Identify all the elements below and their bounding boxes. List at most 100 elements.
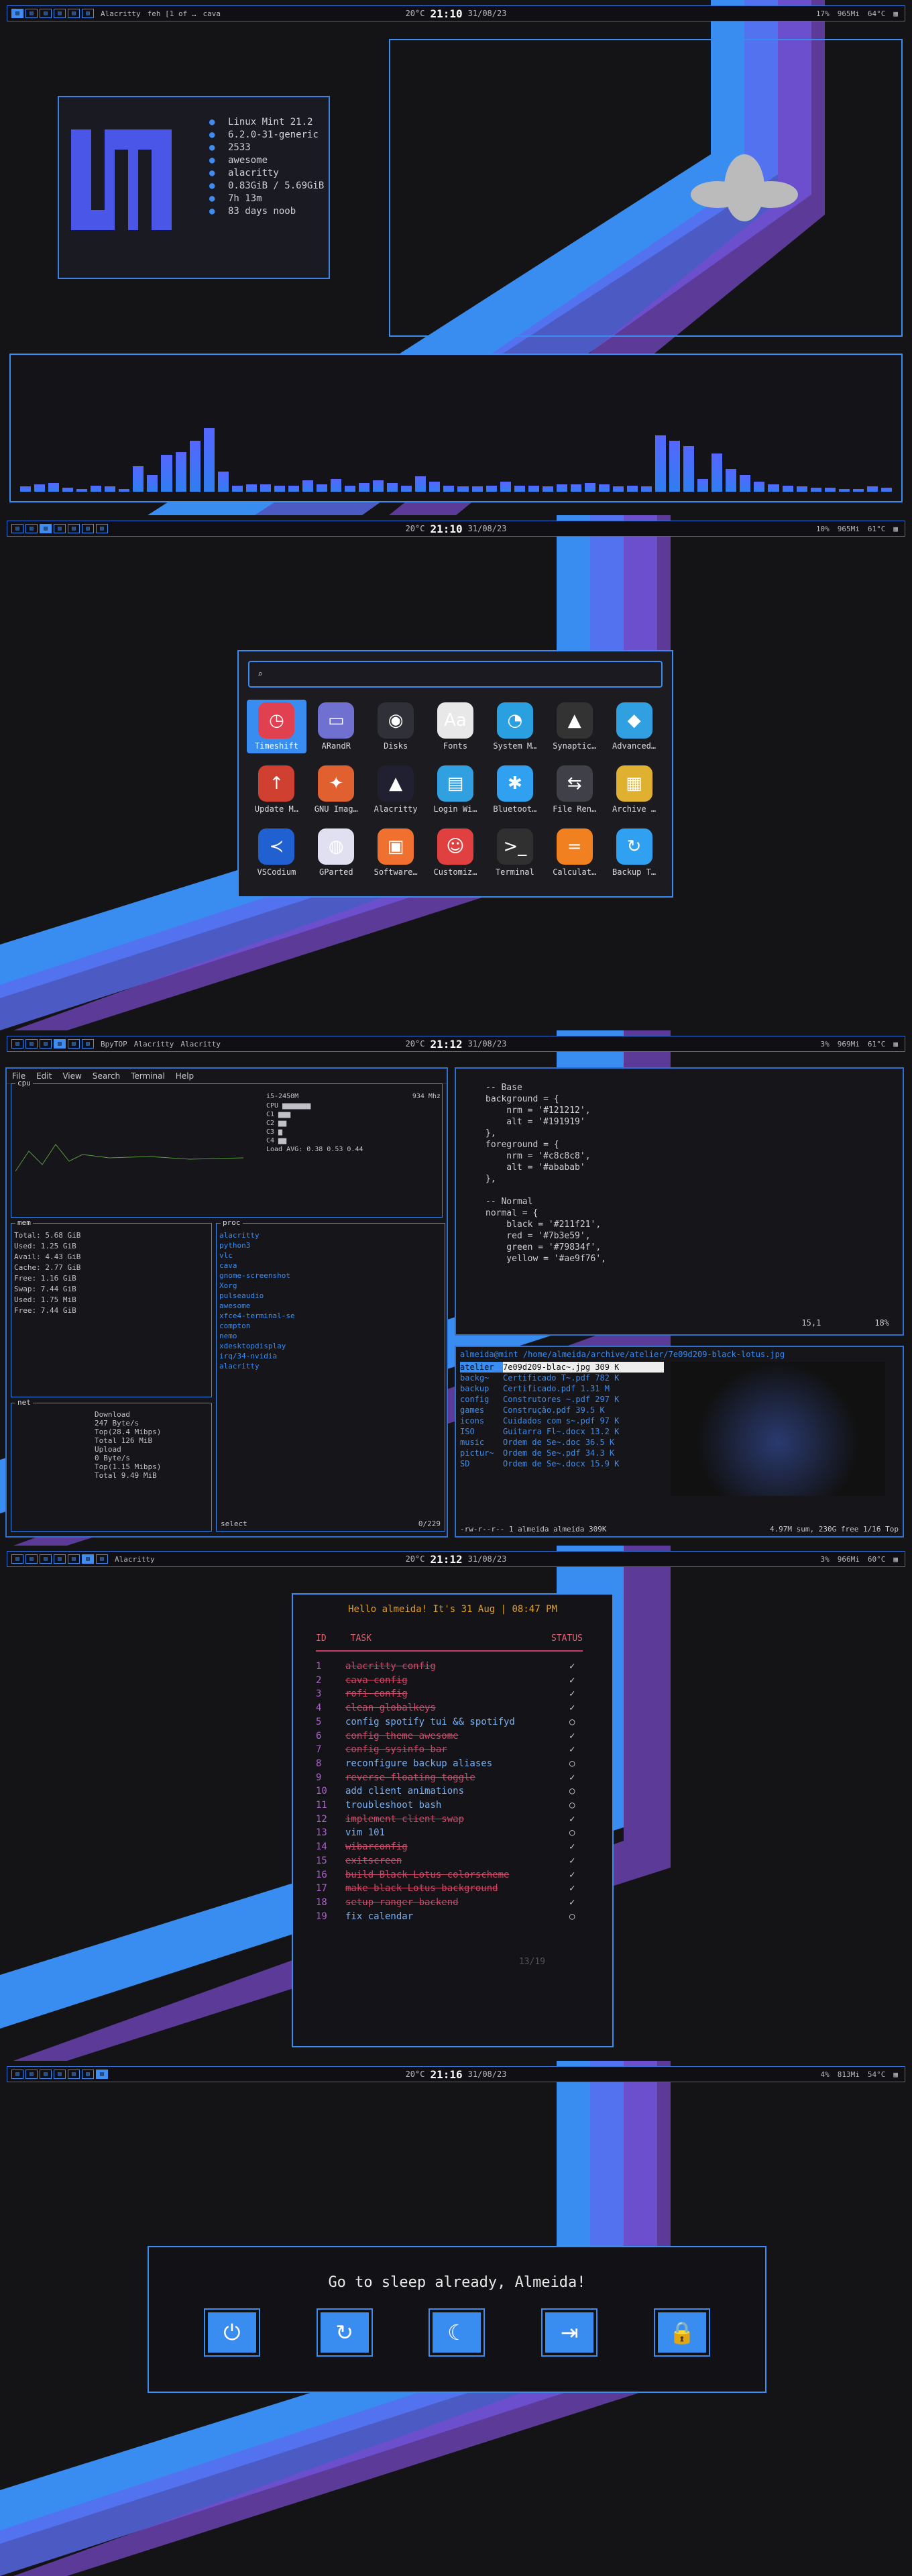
app-item[interactable]: ▭ ARandR [306,700,366,753]
proc-row[interactable]: xdesktopdisplay [219,1341,442,1351]
proc-row[interactable]: nemo [219,1331,442,1341]
task-row[interactable]: 2 cava config ✓ [316,1674,583,1688]
task-row[interactable]: 3 rofi config ✓ [316,1687,583,1701]
task-row[interactable]: 4 clean globalkeys ✓ [316,1701,583,1715]
proc-row[interactable]: compton [219,1321,442,1331]
task-title[interactable]: feh [1 of … [148,9,196,18]
launcher-search[interactable]: ⌕ [248,661,663,688]
reboot-button[interactable]: ↻ [317,2310,372,2355]
ranger-file[interactable]: Certificado.pdf 1.31 M [503,1383,664,1394]
menu-item[interactable]: Edit [36,1071,52,1081]
clock[interactable]: 21:10 [430,7,462,20]
clock[interactable]: 21:10 [430,523,462,535]
ranger-dir[interactable]: icons [460,1415,503,1426]
task-title[interactable]: Alacritty [115,1555,155,1564]
app-item[interactable]: ◷ Timeshift [247,700,306,753]
proc-row[interactable]: alacritty [219,1230,442,1240]
app-item[interactable]: ▣ Software… [366,826,426,879]
ranger-window[interactable]: almeida@mint /home/almeida/archive/ateli… [455,1346,904,1538]
task-row[interactable]: 1 alacritty config ✓ [316,1660,583,1674]
workspace-list[interactable]: ▤ ▤ ▤ ▤ ▤ ▤ [11,1039,94,1049]
app-item[interactable]: = Calculat… [545,826,604,879]
ranger-dir[interactable]: backg~ [460,1373,503,1383]
task-row[interactable]: 10 add client animations ○ [316,1784,583,1799]
task-row[interactable]: 9 reverse floating toggle ✓ [316,1771,583,1785]
app-item[interactable]: ◆ Advanced… [604,700,664,753]
task-title[interactable]: Alacritty [180,1040,221,1049]
task-row[interactable]: 16 build Black Lotus colorscheme ✓ [316,1868,583,1882]
ranger-dir[interactable]: atelier [460,1362,503,1373]
ranger-file[interactable]: Guitarra Fl~.docx 13.2 K [503,1426,664,1437]
vim-window[interactable]: -- Base background = { nrm = '#121212', a… [455,1067,904,1336]
proc-row[interactable]: gnome-screenshot [219,1271,442,1281]
menu-item[interactable]: Search [93,1071,120,1081]
layout-icon[interactable]: ▦ [893,525,898,533]
layout-icon[interactable]: ▦ [893,1555,898,1564]
app-item[interactable]: ⇆ File Ren… [545,763,604,816]
proc-row[interactable]: irq/34-nvidia [219,1351,442,1361]
bpytop-window[interactable]: File Edit View Search Terminal Help cpu i5-24… [5,1067,448,1538]
lock-button[interactable]: 🔒 [655,2310,709,2355]
menu-item[interactable]: Terminal [131,1071,165,1081]
app-item[interactable]: ◔ System M… [485,700,545,753]
power-off-button[interactable]: ⏻ [205,2310,259,2355]
ranger-file[interactable]: Construtores ~.pdf 297 K [503,1394,664,1405]
ranger-dir[interactable]: backup [460,1383,503,1394]
layout-icon[interactable]: ▦ [893,2070,898,2079]
app-item[interactable]: ☺ Customiz… [426,826,486,879]
workspace-list[interactable]: ▤ ▤ ▤ ▤ ▤ ▤ ▤ [11,524,108,533]
task-row[interactable]: 19 fix calendar ○ [316,1910,583,1924]
proc-row[interactable]: vlc [219,1250,442,1260]
task-row[interactable]: 15 exitscreen ✓ [316,1854,583,1868]
task-row[interactable]: 5 config spotify tui && spotifyd ○ [316,1715,583,1729]
proc-row[interactable]: cava [219,1260,442,1271]
ranger-file[interactable]: Certificado T~.pdf 782 K [503,1373,664,1383]
ranger-file[interactable]: Construção.pdf 39.5 K [503,1405,664,1415]
app-item[interactable]: ◉ Disks [366,700,426,753]
todo-window[interactable]: Hello almeida! It's 31 Aug | 08:47 PM ID… [292,1593,614,2047]
task-row[interactable]: 13 vim 101 ○ [316,1826,583,1840]
ranger-file[interactable]: Ordem de Se~.docx 15.9 K [503,1458,664,1469]
ranger-dir[interactable]: SD [460,1458,503,1469]
app-item[interactable]: ▲ Synaptic… [545,700,604,753]
app-launcher[interactable]: ⌕ ◷ Timeshift ▭ ARandR ◉ Disks Aa Fonts ◔ System … [237,650,673,898]
ranger-file[interactable]: Ordem de Se~.pdf 34.3 K [503,1448,664,1458]
fetch-window[interactable]: ● Linux Mint 21.2 ● 6.2.0-31-generic ● 2533 ● a… [58,96,330,279]
terminal-menubar[interactable]: File Edit View Search Terminal Help [7,1069,447,1084]
app-item[interactable]: ↑ Update M… [247,763,306,816]
task-row[interactable]: 17 make black Lotus background ✓ [316,1882,583,1896]
clock[interactable]: 21:12 [430,1038,462,1051]
workspace-list[interactable]: ▤ ▤ ▤ ▤ ▤ ▤ [11,9,94,18]
app-item[interactable]: ▤ Login Wi… [426,763,486,816]
menu-item[interactable]: View [62,1071,81,1081]
app-item[interactable]: ✱ Bluetoot… [485,763,545,816]
select-label[interactable]: select [221,1519,247,1528]
ranger-dir[interactable]: ISO [460,1426,503,1437]
task-row[interactable]: 14 wibarconfig ✓ [316,1840,583,1854]
app-item[interactable]: ✦ GNU Imag… [306,763,366,816]
task-row[interactable]: 6 config theme awesome ✓ [316,1729,583,1743]
ranger-file[interactable]: Ordem de Se~.doc 36.5 K [503,1437,664,1448]
proc-row[interactable]: awesome [219,1301,442,1311]
ranger-file[interactable]: 7e09d209-blac~.jpg 309 K [503,1362,664,1373]
ranger-dir[interactable]: games [460,1405,503,1415]
layout-icon[interactable]: ▦ [893,1040,898,1049]
app-item[interactable]: ↻ Backup T… [604,826,664,879]
clock[interactable]: 21:12 [430,1553,462,1566]
cava-window[interactable] [9,354,903,502]
task-row[interactable]: 11 troubleshoot bash ○ [316,1799,583,1813]
app-item[interactable]: ◍ GParted [306,826,366,879]
ranger-dir[interactable]: config [460,1394,503,1405]
menu-item[interactable]: Help [176,1071,194,1081]
proc-row[interactable]: Xorg [219,1281,442,1291]
task-title[interactable]: Alacritty [101,9,141,18]
app-item[interactable]: >_ Terminal [485,826,545,879]
task-title[interactable]: cava [203,9,221,18]
task-row[interactable]: 18 setup ranger backend ✓ [316,1896,583,1910]
layout-icon[interactable]: ▦ [893,9,898,18]
ranger-file[interactable]: Cuidados com s~.pdf 97 K [503,1415,664,1426]
proc-row[interactable]: pulseaudio [219,1291,442,1301]
suspend-button[interactable]: ☾ [430,2310,484,2355]
app-item[interactable]: ≺ VSCodium [247,826,306,879]
proc-row[interactable]: alacritty [219,1361,442,1371]
